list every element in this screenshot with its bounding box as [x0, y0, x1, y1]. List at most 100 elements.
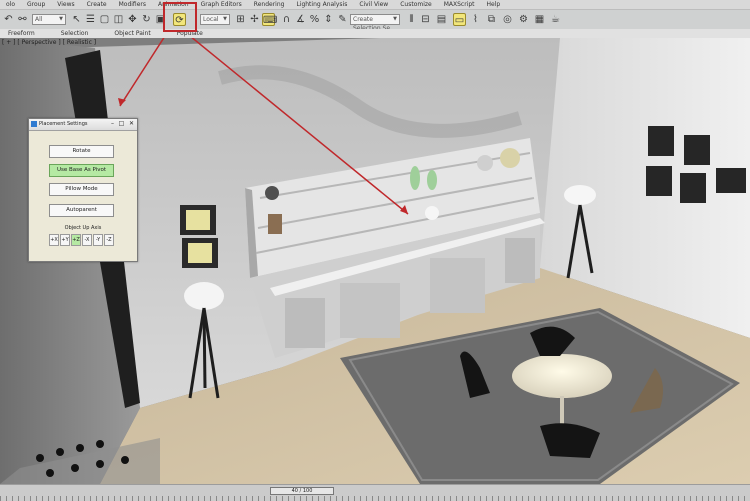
- render-icon[interactable]: ☕: [549, 13, 562, 26]
- menu-item-civil[interactable]: Civil View: [359, 1, 388, 8]
- status-bar: 40 / 100: [0, 484, 750, 501]
- use-base-as-pivot-button[interactable]: Use Base As Pivot: [49, 164, 114, 177]
- keyboard-shortcut-icon[interactable]: ⌨: [262, 13, 277, 26]
- layer-icon[interactable]: ▤: [435, 13, 448, 26]
- axis-plus-y-button[interactable]: +Y: [60, 234, 70, 246]
- wall-frame-6: [680, 173, 706, 203]
- tab-selection[interactable]: Selection: [61, 30, 89, 37]
- select-icon[interactable]: ↖: [70, 13, 83, 26]
- window-crossing-icon[interactable]: ◫: [112, 13, 125, 26]
- floor-lamp-shade-left: [184, 282, 224, 310]
- canister: [268, 214, 282, 234]
- move-icon[interactable]: ✥: [126, 13, 139, 26]
- main-toolbar: ↶ ⚯ All ▼ ↖ ☰ ▢ ◫ ✥ ↻ ▣ ⟳ Local ▼ ⊞ ✢ ⌨ …: [0, 9, 750, 32]
- material-editor-icon[interactable]: ◎: [501, 13, 514, 26]
- viewport-label[interactable]: [ + ] [ Perspective ] [ Realistic ]: [2, 39, 96, 46]
- palette-object: [56, 448, 64, 456]
- cabinet-door-2: [340, 283, 400, 338]
- curve-editor-icon[interactable]: ⌇: [469, 13, 482, 26]
- reference-coord-value: Local: [203, 16, 219, 23]
- wall-frame-7: [716, 168, 746, 193]
- menu-item-help[interactable]: Help: [487, 1, 501, 8]
- maximize-icon[interactable]: □: [117, 120, 126, 128]
- angle-snap-icon[interactable]: ∡: [294, 13, 307, 26]
- axis-minus-y-button[interactable]: -Y: [93, 234, 103, 246]
- ribbon-toggle-icon[interactable]: ▭: [453, 13, 466, 26]
- rendered-frame-icon[interactable]: ▦: [533, 13, 546, 26]
- minimize-icon[interactable]: –: [108, 120, 117, 128]
- named-selection-dropdown[interactable]: Create Selection Se ▼: [350, 14, 400, 32]
- close-icon[interactable]: ✕: [127, 120, 136, 128]
- rotate-button[interactable]: Rotate: [49, 145, 114, 158]
- wall-frame-2-art: [188, 243, 212, 263]
- menu-item-group[interactable]: Group: [27, 1, 45, 8]
- mirror-icon[interactable]: ⫴: [405, 13, 418, 26]
- menu-item-rendering[interactable]: Rendering: [254, 1, 285, 8]
- cabinet-door-1: [285, 298, 325, 348]
- menu-item-customize[interactable]: Customize: [400, 1, 432, 8]
- axis-minus-z-button[interactable]: -Z: [104, 234, 114, 246]
- vase-1: [410, 166, 420, 190]
- plate-dark: [265, 186, 279, 200]
- chevron-down-icon: ▼: [59, 16, 63, 22]
- pivot-icon[interactable]: ⊞: [234, 13, 247, 26]
- schematic-view-icon[interactable]: ⧉: [485, 13, 498, 26]
- pillow-mode-button[interactable]: Pillow Mode: [49, 183, 114, 196]
- percent-snap-icon[interactable]: %: [308, 13, 321, 26]
- placement-settings-dialog: Placement Settings – □ ✕ Rotate Use Base…: [28, 118, 138, 262]
- undo-icon[interactable]: ↶: [2, 13, 15, 26]
- wall-frame-3: [648, 126, 674, 156]
- palette-object: [36, 454, 44, 462]
- reference-coord-dropdown[interactable]: Local ▼: [200, 14, 230, 25]
- cabinet-door-4: [505, 238, 535, 283]
- chevron-down-icon: ▼: [223, 16, 227, 22]
- floor-lamp-shade-right: [564, 185, 596, 205]
- palette-object: [46, 469, 54, 477]
- render-setup-icon[interactable]: ⚙: [517, 13, 530, 26]
- edit-named-selection-icon[interactable]: ✎: [336, 13, 349, 26]
- decor-plate-1: [500, 148, 520, 168]
- selection-filter-value: All: [35, 16, 43, 23]
- axis-plus-x-button[interactable]: +X: [49, 234, 59, 246]
- selection-filter-dropdown[interactable]: All ▼: [32, 14, 66, 25]
- select-by-name-icon[interactable]: ☰: [84, 13, 97, 26]
- wall-frame-1-art: [186, 210, 210, 230]
- rect-select-icon[interactable]: ▢: [98, 13, 111, 26]
- snap-icon[interactable]: ∩: [280, 13, 293, 26]
- autoparent-button[interactable]: Autoparent: [49, 204, 114, 217]
- wall-frame-5: [646, 166, 672, 196]
- link-icon[interactable]: ⚯: [16, 13, 29, 26]
- tab-object-paint[interactable]: Object Paint: [114, 30, 150, 37]
- align-icon[interactable]: ⊟: [419, 13, 432, 26]
- palette-object: [121, 456, 129, 464]
- palette-object: [96, 460, 104, 468]
- axis-plus-z-button[interactable]: +Z: [71, 234, 81, 246]
- time-slider[interactable]: 40 / 100: [270, 487, 334, 495]
- cabinet-door-3: [430, 258, 485, 313]
- spinner-snap-icon[interactable]: ⇕: [322, 13, 335, 26]
- menu-item-1[interactable]: olo: [6, 1, 15, 8]
- menu-item-graph-editors[interactable]: Graph Editors: [201, 1, 242, 8]
- palette-object: [71, 464, 79, 472]
- chevron-down-icon: ▼: [393, 16, 397, 22]
- menu-item-modifiers[interactable]: Modifiers: [119, 1, 146, 8]
- placement-tool-highlight: [163, 2, 197, 32]
- decor-plate-2: [477, 155, 493, 171]
- dialog-title-bar[interactable]: Placement Settings – □ ✕: [29, 119, 137, 131]
- menu-item-lighting[interactable]: Lighting Analysis: [296, 1, 347, 8]
- menu-item-views[interactable]: Views: [57, 1, 74, 8]
- tab-freeform[interactable]: Freeform: [8, 30, 35, 37]
- object-up-axis-label: Object Up Axis: [64, 225, 102, 231]
- dialog-title: Placement Settings: [39, 121, 88, 127]
- palette-object: [76, 444, 84, 452]
- menu-item-create[interactable]: Create: [87, 1, 107, 8]
- axis-minus-x-button[interactable]: -X: [82, 234, 92, 246]
- menu-item-maxscript[interactable]: MAXScript: [444, 1, 475, 8]
- orchid: [425, 206, 439, 220]
- rotate-icon[interactable]: ↻: [140, 13, 153, 26]
- time-slider-value: 40 / 100: [291, 488, 313, 494]
- wall-frame-4: [684, 135, 710, 165]
- select-manipulate-icon[interactable]: ✢: [248, 13, 261, 26]
- timeline-ruler[interactable]: [0, 496, 750, 501]
- lamp-leg-3: [202, 307, 207, 389]
